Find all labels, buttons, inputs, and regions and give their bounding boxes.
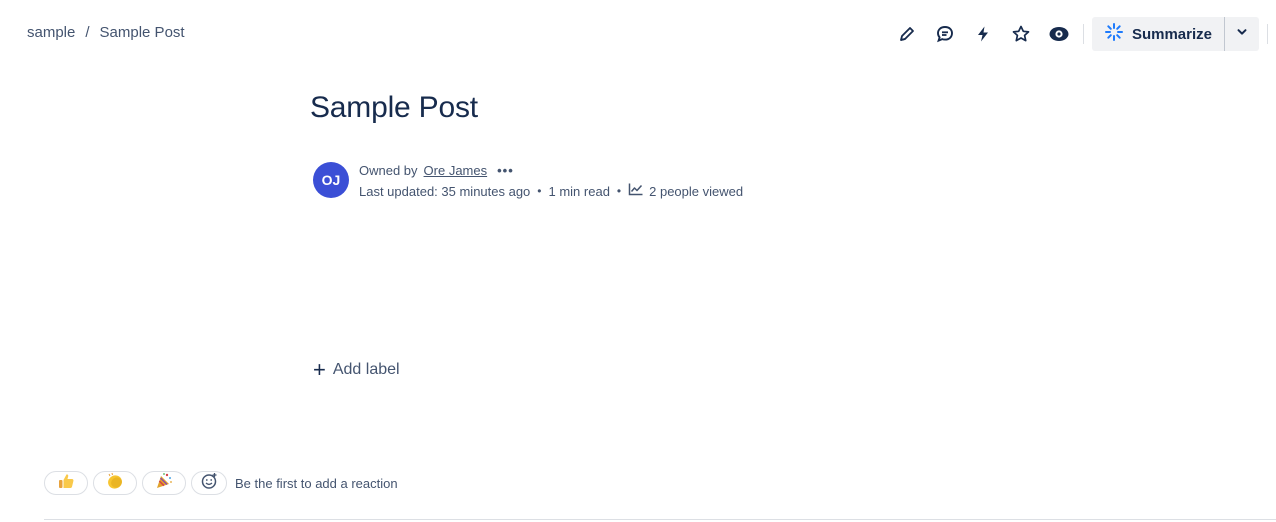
eye-icon[interactable]	[1043, 18, 1075, 50]
emoji-add-icon	[200, 472, 218, 495]
analytics-chart-icon	[628, 181, 644, 202]
page-byline: OJ Owned by Ore James ••• Last updated: …	[313, 160, 743, 202]
page-toolbar: Summarize	[885, 17, 1268, 51]
page-views[interactable]: 2 people viewed	[628, 181, 743, 202]
reaction-clapping-hands[interactable]	[93, 471, 137, 495]
thumbs-up-icon	[57, 472, 75, 495]
divider	[44, 519, 1276, 520]
byline-text: Owned by Ore James ••• Last updated: 35 …	[359, 160, 743, 202]
toolbar-divider	[1082, 24, 1084, 44]
last-updated[interactable]: Last updated: 35 minutes ago	[359, 181, 530, 202]
breadcrumb-space-link[interactable]: sample	[27, 24, 75, 41]
edit-icon[interactable]	[891, 18, 923, 50]
breadcrumb-page-link[interactable]: Sample Post	[100, 24, 185, 41]
reaction-thumbs-up[interactable]	[44, 471, 88, 495]
meta-row: Last updated: 35 minutes ago • 1 min rea…	[359, 181, 743, 202]
toolbar-end-divider	[1267, 24, 1268, 44]
comment-icon[interactable]	[929, 18, 961, 50]
confluence-page: sample / Sample Post Summarize Sample Po…	[0, 0, 1276, 522]
more-actions-button[interactable]: •••	[497, 160, 514, 181]
meta-separator: •	[616, 184, 622, 198]
owner-row: Owned by Ore James •••	[359, 160, 743, 181]
owned-by-label: Owned by	[359, 163, 418, 178]
lightning-icon[interactable]	[967, 18, 999, 50]
meta-separator: •	[537, 184, 542, 198]
reaction-party-popper[interactable]	[142, 471, 186, 495]
breadcrumb: sample / Sample Post	[27, 24, 185, 41]
reaction-hint: Be the first to add a reaction	[235, 475, 398, 491]
star-icon[interactable]	[1005, 18, 1037, 50]
add-label-button[interactable]: + Add label	[313, 357, 400, 382]
summarize-label: Summarize	[1131, 25, 1212, 43]
views-count: 2 people viewed	[649, 184, 744, 199]
avatar[interactable]: OJ	[313, 162, 349, 198]
clapping-hands-icon	[105, 472, 125, 495]
sparkle-icon	[1104, 22, 1124, 46]
party-popper-icon	[155, 472, 173, 495]
read-time: 1 min read	[548, 184, 610, 199]
page-title: Sample Post	[310, 91, 478, 124]
chevron-down-icon	[1236, 25, 1248, 43]
owner-link[interactable]: Ore James	[424, 160, 488, 181]
add-reaction-button[interactable]	[191, 471, 227, 495]
add-label-text: Add label	[332, 361, 400, 378]
summarize-dropdown-button[interactable]	[1224, 17, 1259, 51]
breadcrumb-separator: /	[85, 24, 90, 41]
plus-icon: +	[313, 357, 326, 382]
reactions-bar: Be the first to add a reaction	[44, 471, 398, 495]
summarize-button[interactable]: Summarize	[1091, 17, 1224, 51]
